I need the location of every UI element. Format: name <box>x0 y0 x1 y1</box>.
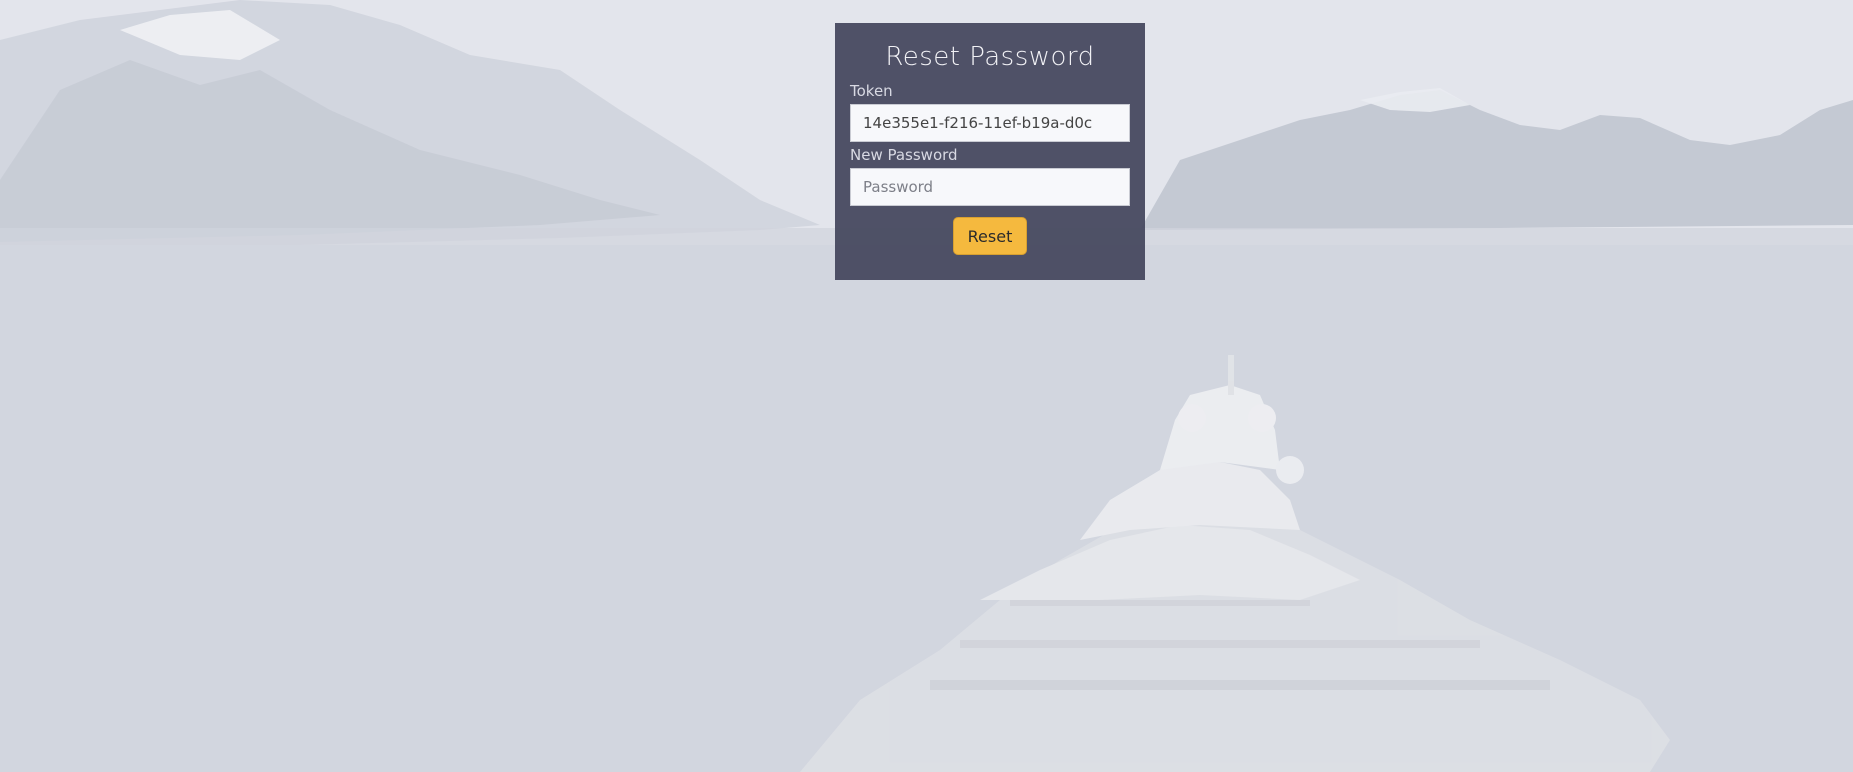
token-label: Token <box>850 82 893 100</box>
reset-button[interactable]: Reset <box>953 217 1027 255</box>
reset-password-page: Reset Password Token New Password Reset <box>0 0 1853 772</box>
panel-title: Reset Password <box>885 42 1095 72</box>
button-row: Reset <box>850 217 1130 255</box>
token-input[interactable] <box>850 104 1130 142</box>
reset-password-panel: Reset Password Token New Password Reset <box>835 23 1145 280</box>
new-password-input[interactable] <box>850 168 1130 206</box>
new-password-label: New Password <box>850 146 958 164</box>
